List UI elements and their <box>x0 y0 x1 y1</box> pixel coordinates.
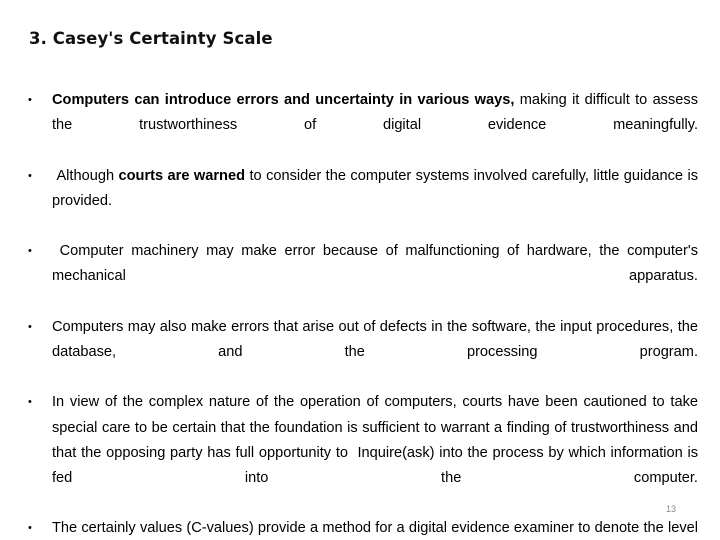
bullet-text: The certainly values (C-values) provide … <box>52 520 698 537</box>
bullet-text-pre: Although <box>52 167 119 184</box>
bullet-text: Computers may also make errors that aris… <box>52 318 698 361</box>
list-item: The certainly values (C-values) provide … <box>22 516 698 540</box>
page-number: 13 <box>666 504 677 514</box>
slide-body: Computers can introduce errors and uncer… <box>22 88 698 540</box>
bullet-bold-mid: courts are warned <box>118 167 246 184</box>
list-item: Computers can introduce errors and uncer… <box>22 88 698 164</box>
slide-canvas: 3. Casey's Certainty Scale Computers can… <box>0 0 720 540</box>
bullet-list: Computers can introduce errors and uncer… <box>22 88 698 540</box>
list-item: Computer machinery may make error becaus… <box>22 239 698 315</box>
list-item: Computers may also make errors that aris… <box>22 315 698 391</box>
list-item: Although courts are warned to consider t… <box>22 164 698 240</box>
bullet-text: Computer machinery may make error becaus… <box>52 243 703 285</box>
bullet-text: In view of the complex nature of the ope… <box>52 394 703 487</box>
list-item: In view of the complex nature of the ope… <box>22 390 698 516</box>
page-title: 3. Casey's Certainty Scale <box>29 29 273 48</box>
bullet-bold-lead: Computers can introduce errors and uncer… <box>52 92 515 108</box>
